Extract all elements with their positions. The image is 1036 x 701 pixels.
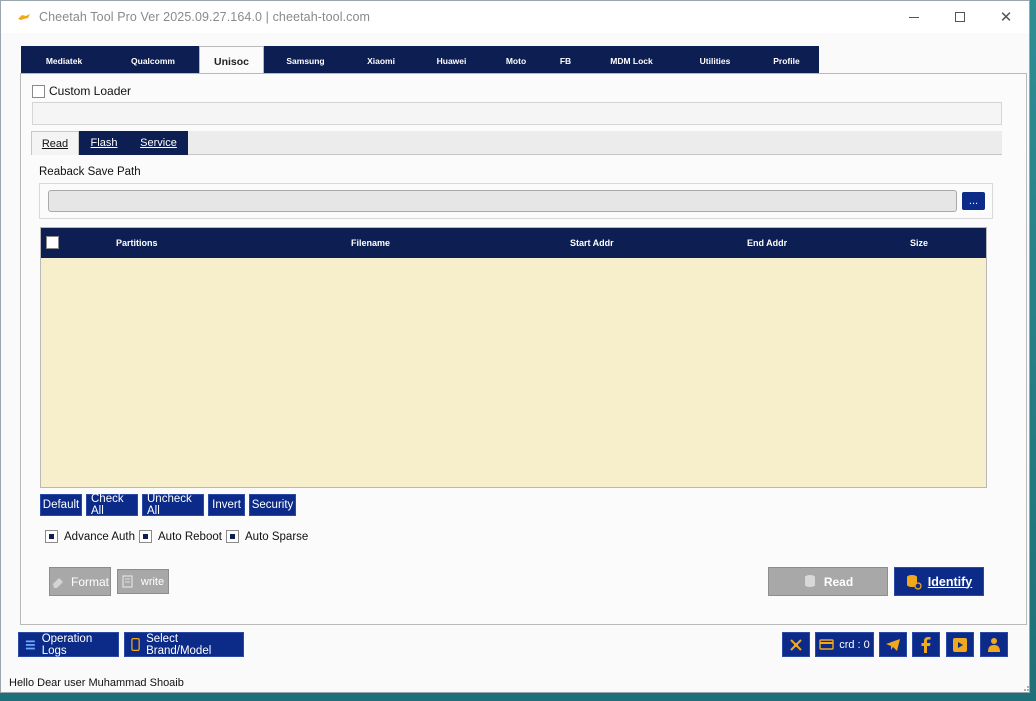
tab-utilities[interactable]: Utilities [676,46,755,75]
check-all-button[interactable]: Check All [86,493,138,517]
select-all-checkbox[interactable] [46,236,59,249]
tab-qualcomm[interactable]: Qualcomm [108,46,199,75]
advance-auth-label: Advance Auth [64,530,135,543]
column-header-start-addr[interactable]: Start Addr [570,238,614,248]
read-button[interactable]: Read [768,567,888,596]
auto-sparse-option[interactable]: Auto Sparse [226,530,308,543]
minimize-button[interactable] [891,1,937,33]
facebook-button[interactable] [912,632,940,657]
tab-xiaomi[interactable]: Xiaomi [348,46,415,75]
security-button[interactable]: Security [249,494,296,516]
user-support-icon [988,637,1000,652]
tab-huawei[interactable]: Huawei [415,46,489,75]
partition-table-header: Partitions Filename Start Addr End Addr … [41,228,986,258]
window-title: Cheetah Tool Pro Ver 2025.09.27.164.0 | … [39,10,371,24]
minimize-icon [909,16,919,18]
title-bar: Cheetah Tool Pro Ver 2025.09.27.164.0 | … [1,1,1029,33]
window-controls: ✕ [891,1,1029,33]
database-icon [804,575,815,587]
document-edit-icon [122,575,133,588]
resize-grip-icon[interactable] [1020,682,1030,692]
cheetah-logo-icon [18,14,30,20]
custom-loader-checkbox[interactable] [32,84,45,98]
close-button[interactable]: ✕ [983,1,1029,33]
tab-fb[interactable]: FB [544,46,588,75]
column-header-size[interactable]: Size [910,238,928,248]
credit-card-icon [819,639,834,650]
auto-sparse-checkbox[interactable] [226,530,239,543]
identify-button-label: Identify [927,574,973,589]
format-button[interactable]: Format [49,567,111,596]
subtab-flash-label: Flash [90,137,118,149]
advance-auth-checkbox[interactable] [45,530,58,543]
list-icon [25,640,35,650]
auto-reboot-checkbox[interactable] [139,530,152,543]
subtab-service-label: Service [140,137,177,149]
auto-sparse-label: Auto Sparse [245,530,309,543]
tab-mdm-lock[interactable]: MDM Lock [588,46,676,75]
telegram-button[interactable] [879,632,907,657]
crossed-tools-icon [790,638,802,651]
column-header-filename[interactable]: Filename [351,238,390,248]
tab-moto[interactable]: Moto [489,46,544,75]
maximize-button[interactable] [937,1,983,33]
select-brand-model-button[interactable]: Select Brand/Model [124,632,244,657]
custom-loader-option[interactable]: Custom Loader [32,84,131,98]
maximize-icon [955,12,965,22]
operation-logs-label: Operation Logs [41,632,93,657]
credits-label: crd : 0 [839,638,870,651]
column-header-partitions[interactable]: Partitions [116,238,158,248]
tab-unisoc[interactable]: Unisoc [199,46,264,76]
telegram-icon [886,638,900,651]
main-tab-bar: Mediatek Qualcomm Unisoc Samsung Xiaomi … [21,46,819,76]
smartphone-icon [131,637,140,652]
advance-auth-option[interactable]: Advance Auth [45,530,135,543]
write-button[interactable]: write [117,569,169,594]
subtab-flash[interactable]: Flash [79,131,129,155]
subtab-read[interactable]: Read [31,131,79,155]
tools-button[interactable] [782,632,810,657]
auto-reboot-option[interactable]: Auto Reboot [139,530,222,543]
custom-loader-path-field[interactable] [32,102,1002,125]
browse-button[interactable]: ... [962,192,985,210]
custom-loader-label: Custom Loader [49,84,132,98]
invert-button[interactable]: Invert [208,494,245,516]
credits-button[interactable]: crd : 0 [815,632,874,657]
read-button-label: Read [823,574,854,589]
sub-tab-bar: Read Flash Service [31,131,1002,155]
facebook-icon [921,636,931,653]
identify-button[interactable]: Identify [894,567,984,596]
tab-samsung[interactable]: Samsung [264,46,348,75]
eraser-icon [52,577,63,588]
column-header-end-addr[interactable]: End Addr [747,238,787,248]
status-bar-text: Hello Dear user Muhammad Shoaib [9,677,184,689]
uncheck-all-button[interactable]: Uncheck All [142,493,204,517]
operation-logs-button[interactable]: Operation Logs [18,632,119,657]
close-icon: ✕ [999,9,1013,26]
write-button-label: write [140,575,165,588]
tab-mediatek[interactable]: Mediatek [21,46,108,75]
subtab-service[interactable]: Service [129,131,188,155]
auto-reboot-label: Auto Reboot [158,530,222,543]
database-search-icon [906,574,922,590]
partition-table: Partitions Filename Start Addr End Addr … [40,227,987,488]
youtube-button[interactable] [946,632,974,657]
default-button[interactable]: Default [40,494,82,516]
format-button-label: Format [70,574,109,589]
youtube-icon [953,637,967,652]
select-brand-model-label: Select Brand/Model [146,632,212,657]
subtab-read-label: Read [41,137,69,150]
readback-path-input[interactable] [48,190,957,212]
tab-profile[interactable]: Profile [755,46,819,75]
support-button[interactable] [980,632,1008,657]
table-action-buttons: Default Check All Uncheck All Invert Sec… [40,493,296,517]
readback-path-label: Reaback Save Path [39,166,141,178]
